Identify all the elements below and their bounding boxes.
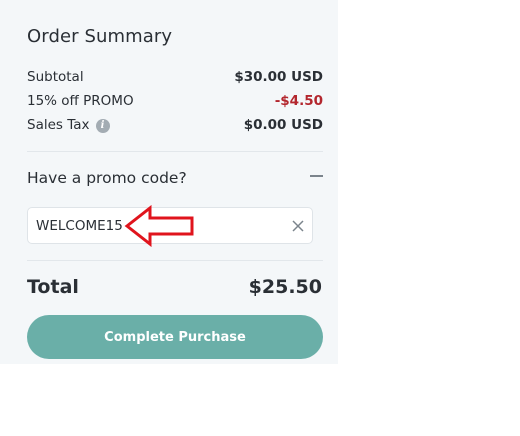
sales-tax-row: Sales Tax i $0.00 USD — [27, 117, 323, 137]
subtotal-row: Subtotal $30.00 USD — [27, 69, 323, 89]
sales-tax-value: $0.00 USD — [243, 117, 323, 133]
divider — [27, 151, 323, 152]
sales-tax-label-text: Sales Tax — [27, 117, 90, 133]
subtotal-label: Subtotal — [27, 69, 84, 85]
minus-icon[interactable] — [310, 175, 323, 177]
sales-tax-label: Sales Tax i — [27, 117, 110, 133]
promo-discount-value: -$4.50 — [274, 93, 323, 109]
total-label: Total — [27, 276, 79, 298]
close-icon[interactable] — [290, 218, 306, 234]
order-summary-panel: Order Summary Subtotal $30.00 USD 15% of… — [0, 0, 338, 364]
info-icon[interactable]: i — [95, 119, 110, 133]
promo-discount-row: 15% off PROMO -$4.50 — [27, 93, 323, 113]
order-summary-title: Order Summary — [27, 26, 173, 47]
complete-purchase-button[interactable]: Complete Purchase — [27, 315, 323, 359]
red-arrow-annotation — [124, 205, 194, 247]
divider — [27, 260, 323, 261]
promo-discount-label: 15% off PROMO — [27, 93, 134, 109]
total-value: $25.50 — [248, 276, 322, 298]
subtotal-value: $30.00 USD — [234, 69, 323, 85]
promo-code-heading: Have a promo code? — [27, 169, 187, 187]
